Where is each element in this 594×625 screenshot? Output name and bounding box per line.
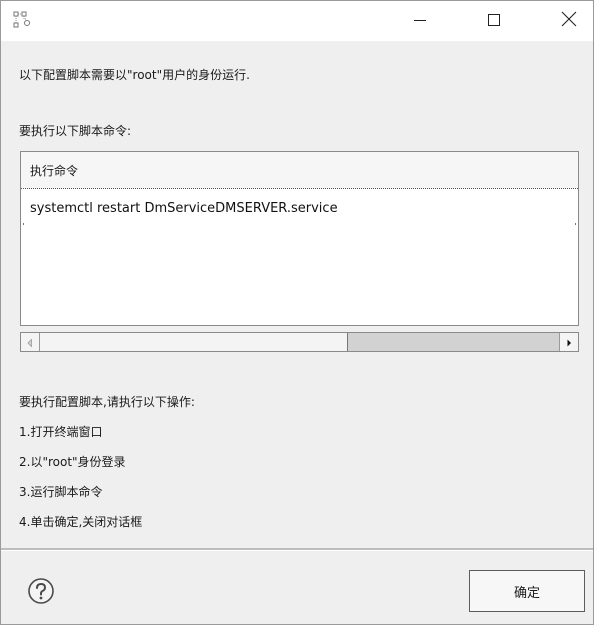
minimize-icon [413, 12, 427, 31]
title-bar [1, 1, 593, 41]
command-cell: systemctl restart DmServiceDMSERVER.serv… [30, 201, 338, 216]
close-icon [561, 11, 577, 31]
minimize-button[interactable] [397, 1, 443, 41]
intro-message: 以下配置脚本需要以"root"用户的身份运行. [19, 68, 250, 82]
row-focus-marker-left [23, 223, 24, 225]
instruction-step: 2.以"root"身份登录 [19, 455, 126, 469]
row-focus-marker-right [575, 223, 576, 225]
scroll-left-button[interactable] [21, 333, 40, 351]
horizontal-scrollbar[interactable] [20, 332, 579, 352]
instruction-step: 3.运行脚本命令 [19, 485, 103, 499]
network-config-icon [12, 10, 32, 30]
scroll-right-button[interactable] [559, 333, 578, 351]
commands-heading: 要执行以下脚本命令: [19, 124, 132, 138]
scroll-thumb[interactable] [40, 333, 348, 351]
column-header-command: 执行命令 [30, 164, 79, 178]
instructions-heading: 要执行配置脚本,请执行以下操作: [19, 395, 195, 409]
ok-button[interactable]: 确定 [469, 570, 585, 612]
arrow-left-icon [26, 333, 34, 352]
help-icon [27, 578, 55, 609]
maximize-icon [487, 12, 501, 31]
help-button[interactable] [27, 577, 55, 605]
maximize-button[interactable] [471, 1, 517, 41]
table-header[interactable]: 执行命令 [21, 152, 578, 189]
arrow-right-icon [565, 333, 573, 352]
close-button[interactable] [546, 1, 592, 41]
table-row[interactable]: systemctl restart DmServiceDMSERVER.serv… [21, 189, 578, 227]
instruction-step: 1.打开终端窗口 [19, 425, 103, 439]
dialog-window: 以下配置脚本需要以"root"用户的身份运行. 要执行以下脚本命令: 执行命令 … [0, 0, 594, 625]
command-table[interactable]: 执行命令 systemctl restart DmServiceDMSERVER… [20, 151, 579, 326]
instruction-step: 4.单击确定,关闭对话框 [19, 515, 143, 529]
dialog-footer: 确定 [1, 551, 593, 624]
dialog-content: 以下配置脚本需要以"root"用户的身份运行. 要执行以下脚本命令: 执行命令 … [1, 41, 593, 548]
